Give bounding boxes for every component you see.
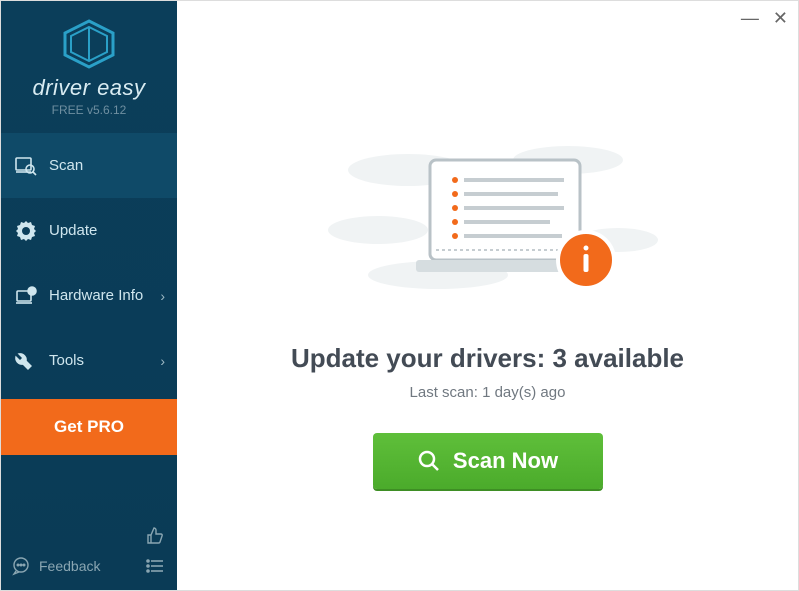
main-content: Update your drivers: 3 available Last sc… [177,1,798,590]
scan-illustration [318,130,658,325]
thumbs-up-button[interactable] [143,524,167,548]
sidebar-item-label: Hardware Info [49,287,143,304]
sidebar-item-scan[interactable]: Scan [1,133,177,198]
chevron-right-icon: › [160,353,165,369]
scan-now-label: Scan Now [453,448,558,474]
sidebar-item-tools[interactable]: Tools › [1,328,177,393]
last-scan-text: Last scan: 1 day(s) ago [410,384,566,401]
scan-now-button[interactable]: Scan Now [373,433,603,489]
tools-icon [15,350,37,372]
window-controls: — ✕ [741,9,788,27]
menu-list-button[interactable] [143,554,167,578]
sidebar-item-label: Update [49,222,97,239]
brand-logo-icon [61,19,117,69]
gear-icon [15,220,37,242]
svg-text:i: i [31,289,32,295]
scan-icon [15,155,37,177]
get-pro-button[interactable]: Get PRO [1,399,177,455]
thumbs-up-icon [145,526,165,546]
sidebar-item-label: Scan [49,157,83,174]
brand-block: driver easy FREE v5.6.12 [1,1,177,129]
main-panel: — ✕ Update your drivers: [177,1,798,590]
minimize-button[interactable]: — [741,9,759,27]
sidebar: driver easy FREE v5.6.12 Scan Update [1,1,177,590]
list-icon [145,556,165,576]
brand-version: FREE v5.6.12 [1,103,177,117]
sidebar-item-update[interactable]: Update [1,198,177,263]
feedback-button[interactable]: Feedback [11,556,100,576]
brand-name: driver easy [1,75,177,101]
headline-text: Update your drivers: 3 available [291,343,684,374]
sidebar-item-hardware-info[interactable]: i Hardware Info › [1,263,177,328]
feedback-label: Feedback [39,558,100,574]
close-button[interactable]: ✕ [773,9,788,27]
sidebar-menu: Scan Update i Hardware Info › [1,133,177,455]
search-icon [417,449,441,473]
sidebar-item-label: Tools [49,352,84,369]
get-pro-label: Get PRO [54,417,124,437]
speech-bubble-icon [11,556,31,576]
hardware-icon: i [15,285,37,307]
chevron-right-icon: › [160,288,165,304]
sidebar-bottom: Feedback [1,518,177,590]
